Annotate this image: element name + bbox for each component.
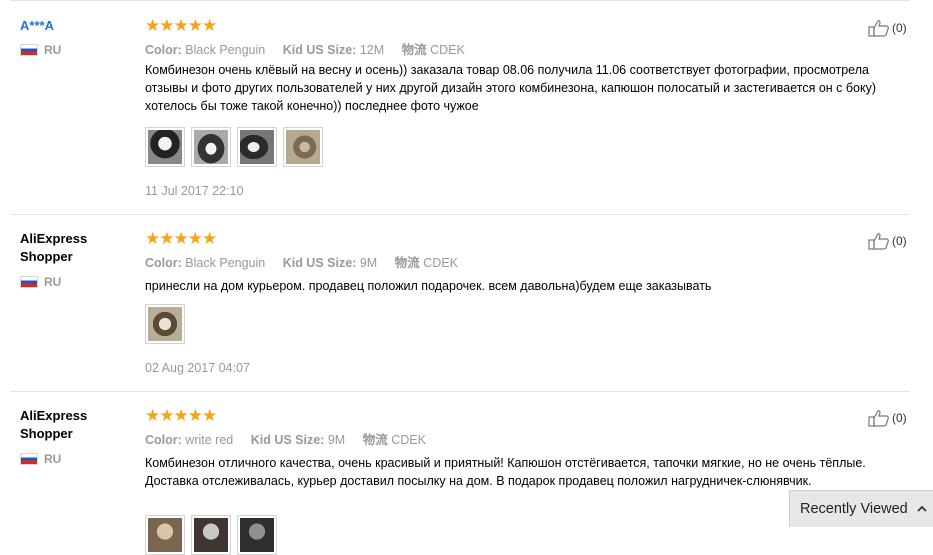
review-photo[interactable] xyxy=(145,127,185,167)
country-code: RU xyxy=(44,452,62,466)
order-attributes: Color: write red Kid US Size: 9M 物流 CDEK xyxy=(145,429,426,448)
review-text: Комбинезон отличного качества, очень кра… xyxy=(145,456,866,488)
review-photo[interactable] xyxy=(237,127,277,167)
top-divider xyxy=(10,0,910,1)
review-photos xyxy=(145,127,323,167)
shipping-label: 物流 xyxy=(394,256,420,270)
flag-ru-icon xyxy=(20,453,38,465)
reviewer-name[interactable]: A***A xyxy=(20,17,130,35)
helpful-count: (0) xyxy=(892,411,907,425)
size-label: Kid US Size: xyxy=(282,256,357,270)
star-rating: ★★★★★ xyxy=(145,406,217,425)
helpful-button[interactable]: (0) xyxy=(868,232,907,250)
reviewer-name: AliExpress Shopper xyxy=(20,231,88,264)
shipping-label: 物流 xyxy=(362,433,388,447)
order-attributes: Color: Black Penguin Kid US Size: 12M 物流… xyxy=(145,39,465,58)
color-value: write red xyxy=(185,433,234,447)
review-photos xyxy=(145,515,277,555)
color-value: Black Penguin xyxy=(185,256,266,270)
helpful-count: (0) xyxy=(892,234,907,248)
thumbs-up-icon xyxy=(868,20,889,37)
order-attributes: Color: Black Penguin Kid US Size: 9M 物流 … xyxy=(145,252,458,271)
review-photo[interactable] xyxy=(237,515,277,555)
shipping-label: 物流 xyxy=(401,43,427,57)
color-label: Color: xyxy=(145,256,182,270)
color-label: Color: xyxy=(145,433,182,447)
reviewer-country: RU xyxy=(20,43,61,57)
color-label: Color: xyxy=(145,43,182,57)
reviewer-name: AliExpress Shopper xyxy=(20,408,88,441)
country-code: RU xyxy=(44,43,62,57)
review-photo[interactable] xyxy=(283,127,323,167)
review-photo[interactable] xyxy=(145,304,185,344)
review-photo[interactable] xyxy=(145,515,185,555)
color-value: Black Penguin xyxy=(185,43,266,57)
reviewer-country: RU xyxy=(20,275,61,289)
recently-viewed-tab[interactable]: Recently Viewed xyxy=(789,490,933,527)
review-text: Комбинезон очень клёвый на весну и осень… xyxy=(145,63,877,113)
chevron-up-icon xyxy=(917,505,927,512)
review-photo[interactable] xyxy=(191,127,231,167)
review-photo[interactable] xyxy=(191,515,231,555)
size-value: 12M xyxy=(359,43,385,57)
review-divider xyxy=(10,214,910,215)
flag-ru-icon xyxy=(20,44,38,56)
helpful-button[interactable]: (0) xyxy=(868,409,907,427)
thumbs-up-icon xyxy=(868,233,889,250)
reviewer-country: RU xyxy=(20,452,61,466)
review-photos xyxy=(145,304,185,344)
review-divider xyxy=(10,391,910,392)
review-date: 11 Jul 2017 22:10 xyxy=(145,184,244,198)
shipping-value: CDEK xyxy=(430,43,465,57)
shipping-value: CDEK xyxy=(391,433,426,447)
country-code: RU xyxy=(44,275,62,289)
recently-viewed-label: Recently Viewed xyxy=(800,501,908,517)
review-date: 02 Aug 2017 04:07 xyxy=(145,361,250,375)
helpful-button[interactable]: (0) xyxy=(868,19,907,37)
size-label: Kid US Size: xyxy=(250,433,325,447)
size-label: Kid US Size: xyxy=(282,43,357,57)
size-value: 9M xyxy=(359,256,378,270)
star-rating: ★★★★★ xyxy=(145,16,217,35)
thumbs-up-icon xyxy=(868,410,889,427)
shipping-value: CDEK xyxy=(423,256,458,270)
star-rating: ★★★★★ xyxy=(145,229,217,248)
flag-ru-icon xyxy=(20,276,38,288)
review-text: принесли на дом курьером. продавец полож… xyxy=(145,279,712,293)
helpful-count: (0) xyxy=(892,21,907,35)
size-value: 9M xyxy=(327,433,346,447)
